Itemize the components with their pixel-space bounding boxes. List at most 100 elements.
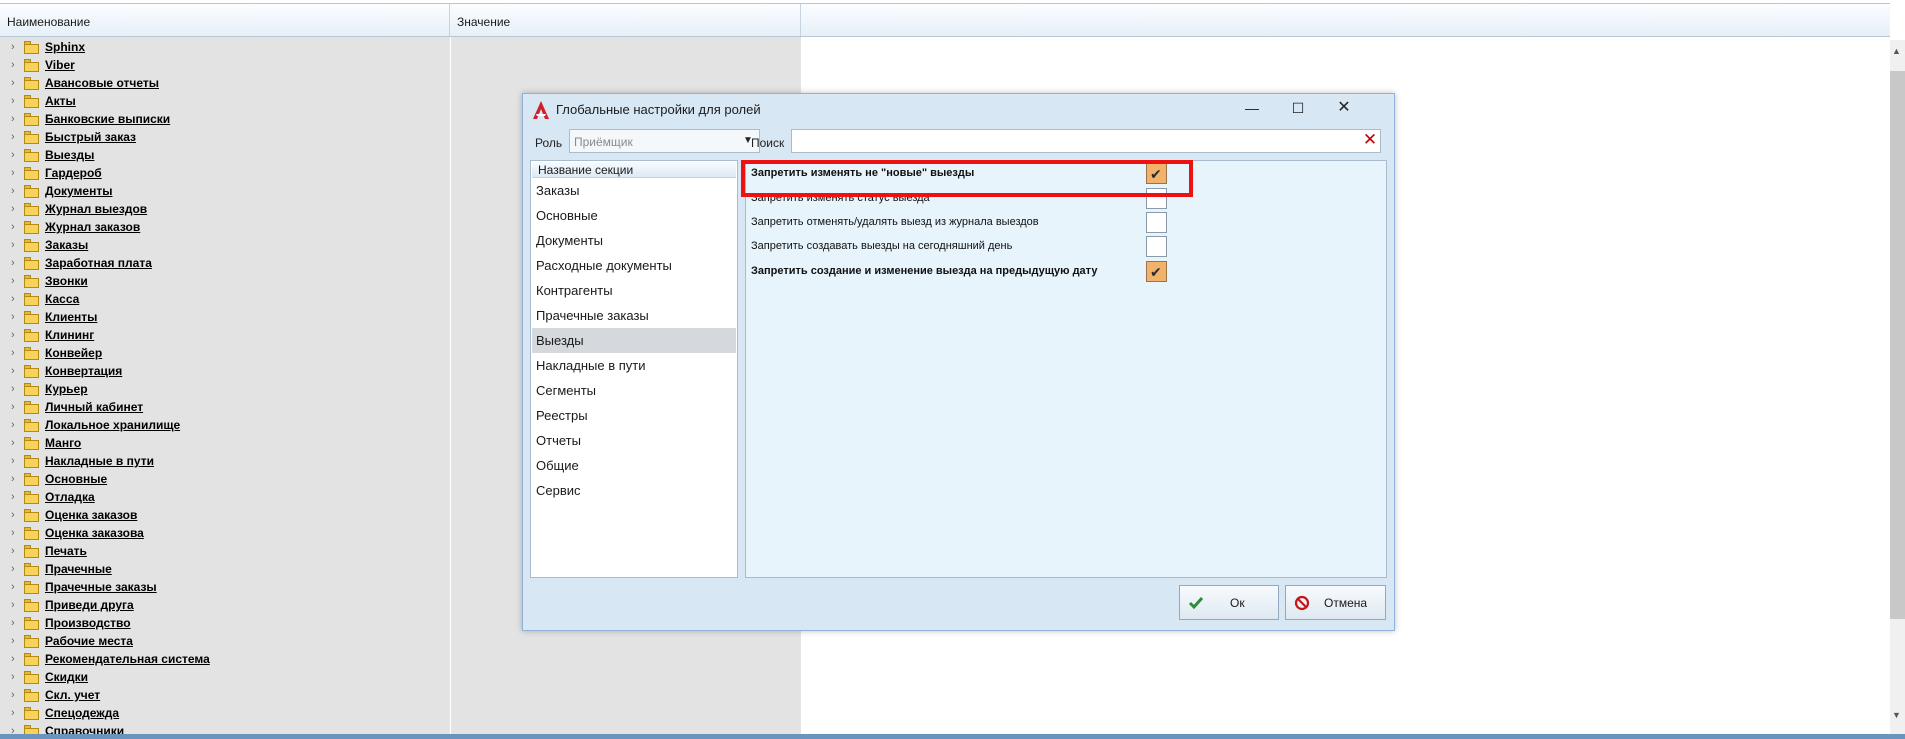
- tree-row[interactable]: › Звонки: [0, 272, 450, 290]
- tree-row-label[interactable]: Авансовые отчеты: [45, 76, 159, 90]
- tree-row-label[interactable]: Конвертация: [45, 364, 122, 378]
- clear-x-icon[interactable]: ✕: [1361, 131, 1379, 149]
- tree-row[interactable]: › Заказы: [0, 236, 450, 254]
- expand-arrow-icon[interactable]: ›: [11, 311, 21, 323]
- tree-row[interactable]: › Производство: [0, 614, 450, 632]
- tree-row[interactable]: › Рабочие места: [0, 632, 450, 650]
- expand-arrow-icon[interactable]: ›: [11, 383, 21, 395]
- tree-row[interactable]: › Оценка заказова: [0, 524, 450, 542]
- tree-row-label[interactable]: Справочники: [45, 724, 124, 734]
- setting-checkbox[interactable]: [1146, 212, 1167, 233]
- tree-row[interactable]: › Клининг: [0, 326, 450, 344]
- tree-row-label[interactable]: Отладка: [45, 490, 95, 504]
- tree-row[interactable]: › Банковские выписки: [0, 110, 450, 128]
- expand-arrow-icon[interactable]: ›: [11, 167, 21, 179]
- section-item[interactable]: Накладные в пути: [532, 353, 736, 378]
- expand-arrow-icon[interactable]: ›: [11, 707, 21, 719]
- tree-row[interactable]: › Курьер: [0, 380, 450, 398]
- tree-row[interactable]: › Заработная плата: [0, 254, 450, 272]
- tree-row[interactable]: › Выезды: [0, 146, 450, 164]
- tree-row-label[interactable]: Sphinx: [45, 40, 85, 54]
- tree-row[interactable]: › Касса: [0, 290, 450, 308]
- tree-row[interactable]: › Отладка: [0, 488, 450, 506]
- expand-arrow-icon[interactable]: ›: [11, 491, 21, 503]
- expand-arrow-icon[interactable]: ›: [11, 77, 21, 89]
- expand-arrow-icon[interactable]: ›: [11, 653, 21, 665]
- tree-row-label[interactable]: Гардероб: [45, 166, 102, 180]
- tree-row[interactable]: › Авансовые отчеты: [0, 74, 450, 92]
- scroll-up-icon[interactable]: ▲: [1892, 46, 1901, 56]
- expand-arrow-icon[interactable]: ›: [11, 635, 21, 647]
- tree-row-label[interactable]: Накладные в пути: [45, 454, 154, 468]
- tree-row-label[interactable]: Производство: [45, 616, 131, 630]
- section-item[interactable]: Контрагенты: [532, 278, 736, 303]
- tree-row-label[interactable]: Приведи друга: [45, 598, 134, 612]
- tree-row-label[interactable]: Рекомендательная система: [45, 652, 210, 666]
- section-item[interactable]: Общие: [532, 453, 736, 478]
- tree-row-label[interactable]: Личный кабинет: [45, 400, 143, 414]
- expand-arrow-icon[interactable]: ›: [11, 149, 21, 161]
- section-item[interactable]: Отчеты: [532, 428, 736, 453]
- dialog-titlebar[interactable]: Глобальные настройки для ролей — ☐ ✕: [523, 94, 1394, 126]
- section-item[interactable]: Расходные документы: [532, 253, 736, 278]
- tree-row-label[interactable]: Документы: [45, 184, 112, 198]
- close-icon[interactable]: ✕: [1321, 94, 1367, 124]
- section-item[interactable]: Основные: [532, 203, 736, 228]
- tree-row[interactable]: › Рекомендательная система: [0, 650, 450, 668]
- tree-row-label[interactable]: Выезды: [45, 148, 94, 162]
- search-input[interactable]: [791, 129, 1381, 153]
- expand-arrow-icon[interactable]: ›: [11, 185, 21, 197]
- tree-row-label[interactable]: Манго: [45, 436, 81, 450]
- column-header-name[interactable]: Наименование: [0, 4, 450, 36]
- tree-row[interactable]: › Акты: [0, 92, 450, 110]
- role-select[interactable]: Приёмщик ▼: [569, 129, 760, 153]
- tree-row[interactable]: › Приведи друга: [0, 596, 450, 614]
- tree-row-label[interactable]: Локальное хранилище: [45, 418, 180, 432]
- expand-arrow-icon[interactable]: ›: [11, 509, 21, 521]
- tree-row[interactable]: › Клиенты: [0, 308, 450, 326]
- tree-row[interactable]: › Журнал выездов: [0, 200, 450, 218]
- tree-row-label[interactable]: Клининг: [45, 328, 94, 342]
- tree-row-label[interactable]: Основные: [45, 472, 107, 486]
- section-item[interactable]: Заказы: [532, 178, 736, 203]
- tree-row-label[interactable]: Прачечные заказы: [45, 580, 157, 594]
- expand-arrow-icon[interactable]: ›: [11, 257, 21, 269]
- maximize-icon[interactable]: ☐: [1275, 94, 1321, 124]
- tree-row-label[interactable]: Курьер: [45, 382, 88, 396]
- tree-row[interactable]: › Оценка заказов: [0, 506, 450, 524]
- setting-checkbox[interactable]: [1146, 236, 1167, 257]
- expand-arrow-icon[interactable]: ›: [11, 581, 21, 593]
- column-header-value[interactable]: Значение: [450, 4, 801, 36]
- section-item[interactable]: Сегменты: [532, 378, 736, 403]
- expand-arrow-icon[interactable]: ›: [11, 437, 21, 449]
- tree-row-label[interactable]: Журнал выездов: [45, 202, 147, 216]
- tree-row-label[interactable]: Журнал заказов: [45, 220, 140, 234]
- expand-arrow-icon[interactable]: ›: [11, 725, 21, 734]
- expand-arrow-icon[interactable]: ›: [11, 41, 21, 53]
- tree-row-label[interactable]: Касса: [45, 292, 79, 306]
- tree-row[interactable]: › Viber: [0, 56, 450, 74]
- tree-row-label[interactable]: Скидки: [45, 670, 88, 684]
- tree-row[interactable]: › Скидки: [0, 668, 450, 686]
- expand-arrow-icon[interactable]: ›: [11, 419, 21, 431]
- tree-row-label[interactable]: Конвейер: [45, 346, 102, 360]
- expand-arrow-icon[interactable]: ›: [11, 131, 21, 143]
- tree-row-label[interactable]: Оценка заказова: [45, 526, 144, 540]
- section-item[interactable]: Документы: [532, 228, 736, 253]
- tree-row[interactable]: › Конвейер: [0, 344, 450, 362]
- tree-row-label[interactable]: Скл. учет: [45, 688, 100, 702]
- tree-row-label[interactable]: Оценка заказов: [45, 508, 137, 522]
- tree-row[interactable]: › Прачечные: [0, 560, 450, 578]
- tree-row[interactable]: › Документы: [0, 182, 450, 200]
- tree-row[interactable]: › Sphinx: [0, 38, 450, 56]
- tree-row-label[interactable]: Viber: [45, 58, 75, 72]
- cancel-button[interactable]: Отмена: [1285, 585, 1386, 620]
- tree-row[interactable]: › Накладные в пути: [0, 452, 450, 470]
- expand-arrow-icon[interactable]: ›: [11, 59, 21, 71]
- tree-row-label[interactable]: Прачечные: [45, 562, 112, 576]
- expand-arrow-icon[interactable]: ›: [11, 401, 21, 413]
- setting-checkbox[interactable]: ✔: [1146, 261, 1167, 282]
- expand-arrow-icon[interactable]: ›: [11, 473, 21, 485]
- expand-arrow-icon[interactable]: ›: [11, 347, 21, 359]
- expand-arrow-icon[interactable]: ›: [11, 455, 21, 467]
